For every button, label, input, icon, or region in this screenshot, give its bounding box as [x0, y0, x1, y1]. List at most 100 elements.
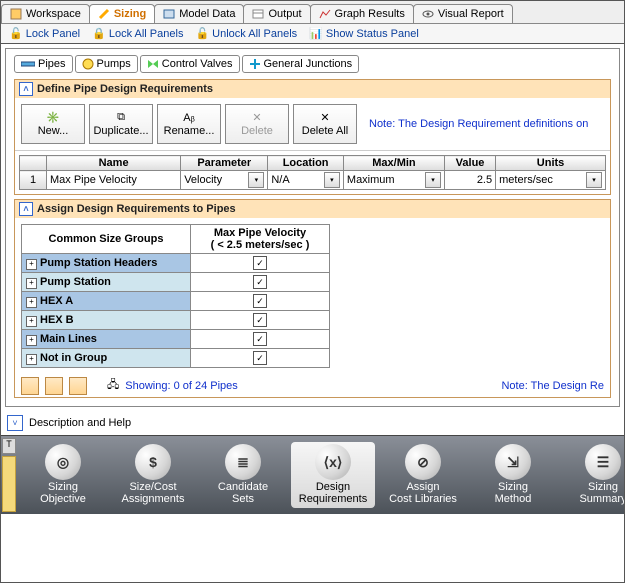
chevron-down-icon[interactable]: ▾: [425, 172, 441, 188]
col-value[interactable]: Value: [444, 156, 495, 171]
unlock-all-panels-link[interactable]: 🔓Unlock All Panels: [193, 26, 299, 41]
tab-label: Sizing: [114, 8, 146, 20]
rail-top-icon[interactable]: T: [2, 438, 16, 454]
nav-assign-cost-libraries[interactable]: ⊘Assign Cost Libraries: [381, 442, 465, 507]
section-title: Assign Design Requirements to Pipes: [37, 203, 236, 215]
cell-maxmin[interactable]: Maximum▾: [343, 171, 444, 190]
unlock-icon: 🔓: [195, 27, 209, 40]
group-row[interactable]: +Not in Group✓: [22, 349, 330, 368]
collapse-toggle[interactable]: ˄: [19, 202, 33, 216]
checkbox[interactable]: ✓: [253, 256, 267, 270]
group-row[interactable]: +Main Lines✓: [22, 330, 330, 349]
expand-icon[interactable]: +: [26, 278, 37, 289]
chevron-down-icon[interactable]: ▾: [586, 172, 602, 188]
expand-toggle[interactable]: ˅: [7, 415, 23, 431]
rail-side-icon[interactable]: [2, 456, 16, 512]
nav-candidate-sets[interactable]: ≣Candidate Sets: [201, 442, 285, 507]
collapse-toggle[interactable]: ˄: [19, 82, 33, 96]
nav-design-requirements[interactable]: ⟨x⟩Design Requirements: [291, 442, 375, 507]
col-requirement[interactable]: Max Pipe Velocity ( < 2.5 meters/sec ): [191, 225, 330, 254]
col-units[interactable]: Units: [496, 156, 606, 171]
col-maxmin[interactable]: Max/Min: [343, 156, 444, 171]
requirements-grid: Name Parameter Location Max/Min Value Un…: [19, 155, 606, 190]
tab-visual-report[interactable]: Visual Report: [413, 4, 513, 23]
tab-sizing[interactable]: Sizing: [89, 4, 155, 23]
tab-label: Model Data: [179, 8, 235, 20]
lock-panel-link[interactable]: 🔓Lock Panel: [7, 26, 82, 41]
output-icon: [252, 8, 264, 20]
nav-sizing-objective[interactable]: ◎Sizing Objective: [21, 442, 105, 507]
junction-icon: [249, 58, 261, 70]
checkbox[interactable]: ✓: [253, 294, 267, 308]
showing-text: Showing: 0 of 24 Pipes: [125, 380, 238, 392]
cell-value[interactable]: 2.5: [444, 171, 495, 190]
col-index[interactable]: [20, 156, 47, 171]
group-row[interactable]: +HEX A ✓: [22, 292, 330, 311]
dd-value: N/A: [271, 174, 289, 186]
duplicate-button[interactable]: ⧉Duplicate...: [89, 104, 153, 144]
summary-icon: ☰: [585, 444, 621, 480]
view-mode-icon-3[interactable]: [69, 377, 87, 395]
view-mode-icon-2[interactable]: [45, 377, 63, 395]
nav-size-cost-assignments[interactable]: $Size/Cost Assignments: [111, 442, 195, 507]
lock-all-panels-link[interactable]: 🔒Lock All Panels: [90, 26, 185, 41]
expand-icon[interactable]: +: [26, 316, 37, 327]
col-parameter[interactable]: Parameter: [181, 156, 268, 171]
new-button[interactable]: ✳️New...: [21, 104, 85, 144]
chevron-down-icon[interactable]: ▾: [248, 172, 264, 188]
expand-icon[interactable]: +: [26, 335, 37, 346]
assign-status-row: 🖧 Showing: 0 of 24 Pipes Note: The Desig…: [15, 374, 610, 397]
col-groups[interactable]: Common Size Groups: [22, 225, 191, 254]
cell-name[interactable]: Max Pipe Velocity: [47, 171, 181, 190]
group-row[interactable]: +Pump Station Headers✓: [22, 254, 330, 273]
checkbox[interactable]: ✓: [253, 332, 267, 346]
unlock-icon: 🔓: [9, 27, 23, 40]
filter-icon[interactable]: 🖧: [107, 376, 119, 395]
nav-label: Size/Cost Assignments: [122, 482, 185, 505]
nav-label: Design Requirements: [299, 482, 367, 505]
delete-all-button[interactable]: ✕Delete All: [293, 104, 357, 144]
bottom-items: ◎Sizing Objective $Size/Cost Assignments…: [17, 436, 624, 514]
group-row[interactable]: +Pump Station✓: [22, 273, 330, 292]
chevron-down-icon[interactable]: ▾: [324, 172, 340, 188]
subtab-label: Pipes: [38, 58, 66, 70]
tab-workspace[interactable]: Workspace: [1, 4, 90, 23]
subtab-general-junctions[interactable]: General Junctions: [242, 55, 360, 73]
expand-icon[interactable]: +: [26, 259, 37, 270]
workspace-icon: [10, 8, 22, 20]
checkbox[interactable]: ✓: [253, 275, 267, 289]
subtab-pipes[interactable]: Pipes: [14, 55, 73, 73]
assign-note: Note: The Design Re: [501, 380, 604, 392]
top-tab-bar: Workspace Sizing Model Data Output Graph…: [1, 1, 624, 24]
nav-sizing-method[interactable]: ⇲Sizing Method: [471, 442, 555, 507]
tab-output[interactable]: Output: [243, 4, 310, 23]
subtab-control-valves[interactable]: Control Valves: [140, 55, 240, 73]
subtab-pumps[interactable]: Pumps: [75, 55, 138, 73]
show-status-panel-link[interactable]: 📊Show Status Panel: [307, 26, 421, 41]
group-row[interactable]: +HEX B✓: [22, 311, 330, 330]
view-mode-icon-1[interactable]: [21, 377, 39, 395]
tab-graph-results[interactable]: Graph Results: [310, 4, 414, 23]
expand-icon[interactable]: +: [26, 354, 37, 365]
expand-icon[interactable]: +: [26, 297, 37, 308]
tab-model-data[interactable]: Model Data: [154, 4, 244, 23]
assign-section-header: ˄ Assign Design Requirements to Pipes: [15, 200, 610, 218]
group-name: HEX A: [40, 295, 73, 307]
checkbox[interactable]: ✓: [253, 313, 267, 327]
nav-sizing-summary[interactable]: ☰Sizing Summary: [561, 442, 624, 507]
delete-button[interactable]: ✕Delete: [225, 104, 289, 144]
method-icon: ⇲: [495, 444, 531, 480]
assign-section: ˄ Assign Design Requirements to Pipes Co…: [14, 199, 611, 398]
bottom-nav: T ◎Sizing Objective $Size/Cost Assignmen…: [1, 435, 624, 514]
col-name[interactable]: Name: [47, 156, 181, 171]
col-location[interactable]: Location: [268, 156, 344, 171]
delete-icon: ✕: [252, 111, 261, 124]
checkbox[interactable]: ✓: [253, 351, 267, 365]
cell-parameter[interactable]: Velocity▾: [181, 171, 268, 190]
rename-button[interactable]: AᵦRename...: [157, 104, 221, 144]
grid-row[interactable]: 1 Max Pipe Velocity Velocity▾ N/A▾ Maxim…: [20, 171, 606, 190]
left-rail: T: [1, 436, 17, 514]
cell-units[interactable]: meters/sec▾: [496, 171, 606, 190]
variable-icon: ⟨x⟩: [315, 444, 351, 480]
cell-location[interactable]: N/A ▾: [268, 171, 344, 190]
